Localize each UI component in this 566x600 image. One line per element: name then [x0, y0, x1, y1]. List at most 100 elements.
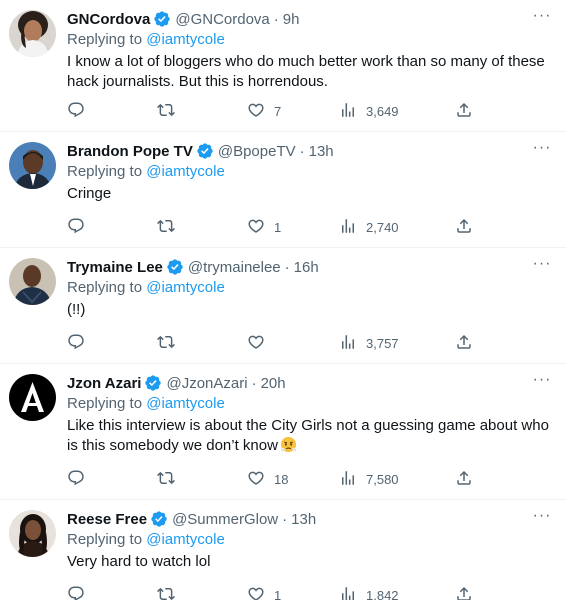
retweet-button[interactable]	[157, 468, 184, 490]
retweet-button[interactable]	[157, 216, 184, 238]
retweet-icon	[157, 333, 175, 354]
replying-to-mention[interactable]: @iamtycole	[146, 163, 225, 180]
views-button[interactable]: 7,580	[339, 468, 399, 490]
tweet-text-content: (!!)	[67, 301, 86, 318]
timestamp[interactable]: 16h	[294, 259, 319, 276]
avatar[interactable]	[9, 510, 56, 557]
views-button[interactable]: 2,740	[339, 216, 399, 238]
verified-badge-icon	[196, 142, 214, 160]
replying-to-label: Replying to	[67, 31, 143, 48]
reply-tweet[interactable]: GNCordova @GNCordova · 9h ··· Replying t…	[0, 0, 566, 132]
reply-icon	[67, 585, 85, 600]
reply-icon	[67, 101, 85, 122]
retweet-icon	[157, 469, 175, 490]
author-name[interactable]: Jzon Azari	[67, 375, 141, 392]
time-separator: ·	[299, 142, 305, 160]
avatar[interactable]	[9, 10, 56, 57]
like-count: 1	[274, 219, 282, 235]
share-button[interactable]	[455, 468, 473, 490]
reply-button[interactable]	[67, 332, 94, 354]
reply-button[interactable]	[67, 100, 94, 122]
like-button[interactable]: 18	[247, 468, 288, 490]
reply-button[interactable]	[67, 216, 94, 238]
more-icon[interactable]: ···	[532, 372, 552, 391]
author-handle[interactable]: @trymainelee	[188, 259, 281, 276]
views-button[interactable]: 3,649	[339, 100, 399, 122]
more-icon[interactable]: ···	[532, 508, 552, 527]
time-separator: ·	[284, 258, 290, 276]
timestamp[interactable]: 20h	[261, 375, 286, 392]
views-icon	[339, 585, 357, 600]
avatar[interactable]	[9, 142, 56, 189]
retweet-icon	[157, 217, 175, 238]
replying-to-line: Replying to @iamtycole	[67, 531, 225, 548]
like-button[interactable]: 1	[247, 216, 281, 238]
like-count: 7	[274, 103, 282, 119]
action-bar: 3,757	[67, 332, 566, 354]
verified-badge-icon	[150, 510, 168, 528]
tweet-text: Cringe	[67, 184, 550, 204]
more-icon[interactable]: ···	[532, 8, 552, 27]
like-button[interactable]: 7	[247, 100, 281, 122]
like-button[interactable]: 1	[247, 584, 281, 600]
share-button[interactable]	[455, 216, 473, 238]
reply-tweet[interactable]: Brandon Pope TV @BpopeTV · 13h ··· Reply…	[0, 132, 566, 248]
avatar[interactable]	[9, 258, 56, 305]
timestamp[interactable]: 13h	[309, 143, 334, 160]
replying-to-mention[interactable]: @iamtycole	[146, 279, 225, 296]
author-handle[interactable]: @JzonAzari	[166, 375, 247, 392]
replies-feed: GNCordova @GNCordova · 9h ··· Replying t…	[0, 0, 566, 600]
reply-icon	[67, 217, 85, 238]
views-count: 3,649	[366, 103, 399, 119]
views-count: 3,757	[366, 335, 399, 351]
retweet-button[interactable]	[157, 332, 184, 354]
retweet-button[interactable]	[157, 100, 184, 122]
reply-button[interactable]	[67, 584, 94, 600]
views-count: 2,740	[366, 219, 399, 235]
replying-to-mention[interactable]: @iamtycole	[146, 395, 225, 412]
share-button[interactable]	[455, 332, 473, 354]
reply-button[interactable]	[67, 468, 94, 490]
like-button[interactable]	[247, 332, 274, 354]
timestamp[interactable]: 13h	[291, 511, 316, 528]
like-count: 1	[274, 587, 282, 600]
like-count: 18	[274, 471, 289, 487]
retweet-icon	[157, 585, 175, 600]
replying-to-mention[interactable]: @iamtycole	[146, 531, 225, 548]
replying-to-label: Replying to	[67, 279, 143, 296]
author-handle[interactable]: @BpopeTV	[218, 143, 296, 160]
replying-to-mention[interactable]: @iamtycole	[146, 31, 225, 48]
reply-tweet[interactable]: Trymaine Lee @trymainelee · 16h ··· Repl…	[0, 248, 566, 364]
views-icon	[339, 217, 357, 238]
author-name[interactable]: Brandon Pope TV	[67, 143, 193, 160]
tweet-text: I know a lot of bloggers who do much bet…	[67, 52, 550, 92]
views-button[interactable]: 3,757	[339, 332, 399, 354]
retweet-button[interactable]	[157, 584, 184, 600]
avatar[interactable]	[9, 374, 56, 421]
action-bar: 1 1,842	[67, 584, 566, 600]
tweet-text-content: I know a lot of bloggers who do much bet…	[67, 53, 545, 90]
share-icon	[455, 101, 473, 122]
reply-icon	[67, 333, 85, 354]
author-handle[interactable]: @SummerGlow	[172, 511, 278, 528]
views-count: 1,842	[366, 587, 399, 600]
share-button[interactable]	[455, 584, 473, 600]
author-name[interactable]: Reese Free	[67, 511, 147, 528]
reply-tweet[interactable]: Jzon Azari @JzonAzari · 20h ··· Replying…	[0, 364, 566, 500]
more-icon[interactable]: ···	[532, 256, 552, 275]
tweet-text-content: Very hard to watch lol	[67, 553, 211, 570]
author-name[interactable]: GNCordova	[67, 11, 150, 28]
reply-tweet[interactable]: Reese Free @SummerGlow · 13h ··· Replyin…	[0, 500, 566, 600]
action-bar: 1 2,740	[67, 216, 566, 238]
more-icon[interactable]: ···	[532, 140, 552, 159]
replying-to-line: Replying to @iamtycole	[67, 163, 225, 180]
share-button[interactable]	[455, 100, 473, 122]
share-icon	[455, 585, 473, 600]
tweet-text: (!!)	[67, 300, 550, 320]
tweet-text-content: Cringe	[67, 185, 112, 202]
views-button[interactable]: 1,842	[339, 584, 399, 600]
timestamp[interactable]: 9h	[283, 11, 300, 28]
author-handle[interactable]: @GNCordova	[175, 11, 269, 28]
author-name[interactable]: Trymaine Lee	[67, 259, 163, 276]
face-with-steam-from-nose-icon	[280, 436, 297, 453]
